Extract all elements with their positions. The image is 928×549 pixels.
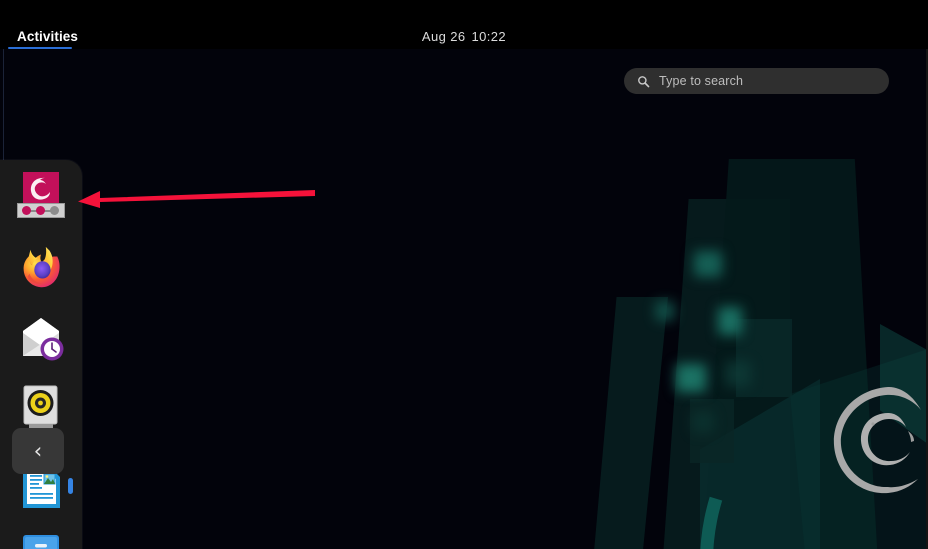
debian-logo-swirl (833, 387, 921, 494)
dock-item-rhythmbox[interactable] (16, 382, 66, 432)
speaker-icon (23, 385, 58, 430)
clock-time: 10:22 (471, 29, 507, 44)
activities-active-indicator (8, 47, 72, 49)
installer-step-dot (22, 206, 31, 215)
file-manager-icon (23, 535, 59, 549)
clock-date: Aug 26 (421, 29, 466, 44)
desktop-screen: Activities Aug 26 10:22 Type to search ‹ (0, 0, 928, 549)
dock-item-debian-installer[interactable] (16, 170, 66, 220)
search-placeholder: Type to search (659, 74, 744, 88)
activities-overview (0, 49, 928, 549)
dock-item-firefox[interactable] (16, 242, 66, 292)
debian-tile (23, 172, 59, 205)
mail-clock-icon (23, 318, 64, 361)
installer-step-dot (50, 206, 59, 215)
search-icon (638, 75, 650, 87)
wallpaper-glow-square (718, 307, 742, 335)
clock-button[interactable]: Aug 26 10:22 (0, 29, 928, 44)
top-bar: Activities Aug 26 10:22 (0, 0, 928, 49)
installer-step-dot (36, 206, 45, 215)
wallpaper-glow-square (725, 361, 751, 387)
wallpaper-glow-square (694, 251, 722, 277)
debian-installer-icon (16, 170, 66, 220)
wallpaper-glow-square (655, 301, 675, 321)
dock-item-files[interactable] (16, 532, 66, 549)
firefox-icon (23, 246, 60, 288)
dock-item-evolution[interactable] (16, 312, 66, 362)
search-input[interactable]: Type to search (624, 68, 889, 94)
chevron-left-icon: ‹ (33, 438, 43, 463)
running-indicator-libreoffice-writer (68, 478, 73, 494)
dash-dock (0, 160, 82, 549)
wallpaper-glow-square (676, 364, 706, 392)
wallpaper-shard (590, 297, 668, 549)
wallpaper-glow-square (692, 411, 714, 433)
previous-page-button[interactable]: ‹ (12, 428, 64, 474)
